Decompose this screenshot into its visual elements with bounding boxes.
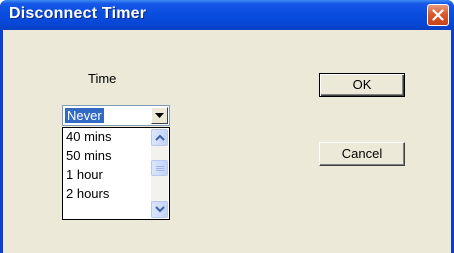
scroll-up-button[interactable] <box>151 129 168 146</box>
list-scrollbar[interactable] <box>151 129 168 218</box>
list-item[interactable]: 2 hours <box>66 186 109 202</box>
title-bar[interactable]: Disconnect Timer <box>0 0 454 30</box>
cancel-button[interactable]: Cancel <box>319 142 405 166</box>
scroll-down-button[interactable] <box>151 201 168 218</box>
scroll-thumb[interactable] <box>151 160 168 176</box>
scroll-down-arrow-icon <box>155 206 165 213</box>
time-options-list[interactable]: 40 mins 50 mins 1 hour 2 hours <box>62 127 170 220</box>
scroll-up-arrow-icon <box>155 134 165 141</box>
dialog-window: Disconnect Timer Time Never 40 mins 50 m… <box>0 0 454 253</box>
time-label: Time <box>88 71 117 86</box>
time-dropdown[interactable]: Never <box>62 105 170 126</box>
list-item[interactable]: 1 hour <box>66 167 103 183</box>
window-title: Disconnect Timer <box>9 5 147 22</box>
close-icon <box>432 9 444 21</box>
chevron-down-icon <box>155 113 164 118</box>
time-dropdown-value: Never <box>65 108 104 123</box>
dropdown-button[interactable] <box>151 107 168 124</box>
ok-button[interactable]: OK <box>319 73 405 97</box>
list-item[interactable]: 50 mins <box>66 148 112 164</box>
close-button[interactable] <box>427 4 449 26</box>
list-item[interactable]: 40 mins <box>66 129 112 145</box>
